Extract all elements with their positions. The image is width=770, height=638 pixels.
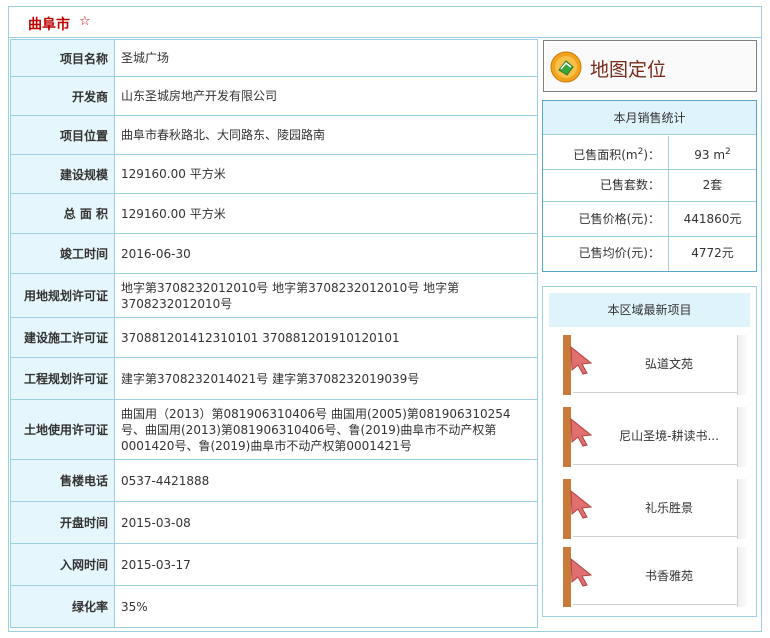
- info-label: 项目名称: [10, 39, 115, 77]
- latest-project-card[interactable]: 尼山圣境-耕读书...: [563, 405, 749, 469]
- info-row: 工程规划许可证 建字第3708232014021号 建字第37082320190…: [10, 357, 538, 400]
- info-row: 用地规划许可证 地字第3708232012010号 地字第37082320120…: [10, 273, 538, 318]
- info-value: 2016-06-30: [114, 233, 538, 274]
- info-row: 建设规模 129160.00 平方米: [10, 154, 538, 194]
- monthly-sales-panel: 本月销售统计 已售面积(m2)： 93 m2 已售套数： 2套 已售价格(元)：…: [542, 100, 757, 272]
- title-bar: 曲阜市 ☆: [9, 7, 761, 38]
- info-row: 售楼电话 0537-4421888: [10, 459, 538, 502]
- latest-project-card[interactable]: 弘道文苑: [563, 333, 749, 397]
- city-title: 曲阜市: [28, 17, 70, 33]
- sales-row: 已售均价(元)： 4772元: [543, 237, 756, 271]
- sales-row: 已售套数： 2套: [543, 170, 756, 202]
- info-row: 入网时间 2015-03-17: [10, 543, 538, 586]
- info-label: 竣工时间: [10, 233, 115, 274]
- info-value: 地字第3708232012010号 地字第3708232012010号 地字第3…: [114, 273, 538, 318]
- info-label: 绿化率: [10, 585, 115, 628]
- map-globe-icon: [550, 51, 582, 83]
- cursor-placeholder-icon: [570, 489, 593, 519]
- info-label: 入网时间: [10, 543, 115, 586]
- info-value: 圣城广场: [114, 39, 538, 77]
- info-value: 129160.00 平方米: [114, 193, 538, 234]
- info-label: 开发商: [10, 76, 115, 116]
- divider: [573, 392, 743, 393]
- project-info-table: 项目名称 圣城广场 开发商 山东圣城房地产开发有限公司 项目位置 曲阜市春秋路北…: [10, 39, 538, 628]
- sales-panel-title: 本月销售统计: [543, 101, 756, 135]
- info-value: 曲国用（2013）第081906310406号 曲国用(2005)第081906…: [114, 399, 538, 460]
- divider: [573, 604, 743, 605]
- sales-row: 已售面积(m2)： 93 m2: [543, 136, 756, 170]
- info-label: 总 面 积: [10, 193, 115, 234]
- info-label: 土地使用许可证: [10, 399, 115, 460]
- project-name-link[interactable]: 书香雅苑: [599, 567, 739, 584]
- cursor-placeholder-icon: [570, 557, 593, 587]
- latest-project-card[interactable]: 礼乐胜景: [563, 477, 749, 541]
- info-label: 项目位置: [10, 115, 115, 155]
- info-value: 山东圣城房地产开发有限公司: [114, 76, 538, 116]
- info-row: 绿化率 35%: [10, 585, 538, 628]
- latest-projects-panel: 本区域最新项目 弘道文苑 尼山圣境-耕读书... 礼乐胜景 书香雅苑: [542, 286, 757, 617]
- project-name-link[interactable]: 弘道文苑: [599, 355, 739, 372]
- info-row: 竣工时间 2016-06-30: [10, 233, 538, 274]
- info-value: 建字第3708232014021号 建字第3708232019039号: [114, 357, 538, 400]
- map-location-button[interactable]: 地图定位: [543, 40, 757, 92]
- info-value: 129160.00 平方米: [114, 154, 538, 194]
- info-label: 售楼电话: [10, 459, 115, 502]
- project-name-link[interactable]: 礼乐胜景: [599, 499, 739, 516]
- info-row: 开盘时间 2015-03-08: [10, 501, 538, 544]
- sales-value: 441860元: [683, 212, 742, 226]
- cursor-placeholder-icon: [570, 345, 593, 375]
- info-value: 370881201412310101 370881201910120101: [114, 317, 538, 358]
- favorite-star-icon[interactable]: ☆: [79, 14, 91, 29]
- info-row: 项目名称 圣城广场: [10, 39, 538, 77]
- sales-row: 已售价格(元)： 441860元: [543, 202, 756, 237]
- info-label: 开盘时间: [10, 501, 115, 544]
- info-value: 曲阜市春秋路北、大同路东、陵园路南: [114, 115, 538, 155]
- latest-panel-title: 本区域最新项目: [549, 293, 750, 327]
- info-row: 土地使用许可证 曲国用（2013）第081906310406号 曲国用(2005…: [10, 399, 538, 460]
- info-row: 开发商 山东圣城房地产开发有限公司: [10, 76, 538, 116]
- sales-value: 2套: [702, 178, 723, 192]
- cursor-placeholder-icon: [570, 417, 593, 447]
- info-row: 建设施工许可证 370881201412310101 3708812019101…: [10, 317, 538, 358]
- sales-label: 已售均价(元)：: [543, 237, 669, 271]
- info-row: 项目位置 曲阜市春秋路北、大同路东、陵园路南: [10, 115, 538, 155]
- divider: [573, 536, 743, 537]
- sales-label: 已售面积(m2)：: [543, 136, 669, 169]
- divider: [573, 464, 743, 465]
- info-row: 总 面 积 129160.00 平方米: [10, 193, 538, 234]
- info-label: 建设施工许可证: [10, 317, 115, 358]
- project-name-link[interactable]: 尼山圣境-耕读书...: [599, 427, 739, 444]
- info-label: 用地规划许可证: [10, 273, 115, 318]
- sales-label: 已售价格(元)：: [543, 202, 669, 236]
- latest-project-card[interactable]: 书香雅苑: [563, 545, 749, 609]
- info-value: 2015-03-08: [114, 501, 538, 544]
- sales-value: 4772元: [691, 246, 734, 260]
- map-location-label: 地图定位: [590, 59, 667, 81]
- info-label: 工程规划许可证: [10, 357, 115, 400]
- info-value: 0537-4421888: [114, 459, 538, 502]
- info-value: 2015-03-17: [114, 543, 538, 586]
- sales-value: 93 m2: [694, 147, 731, 162]
- info-label: 建设规模: [10, 154, 115, 194]
- sales-label: 已售套数：: [543, 170, 669, 201]
- info-value: 35%: [114, 585, 538, 628]
